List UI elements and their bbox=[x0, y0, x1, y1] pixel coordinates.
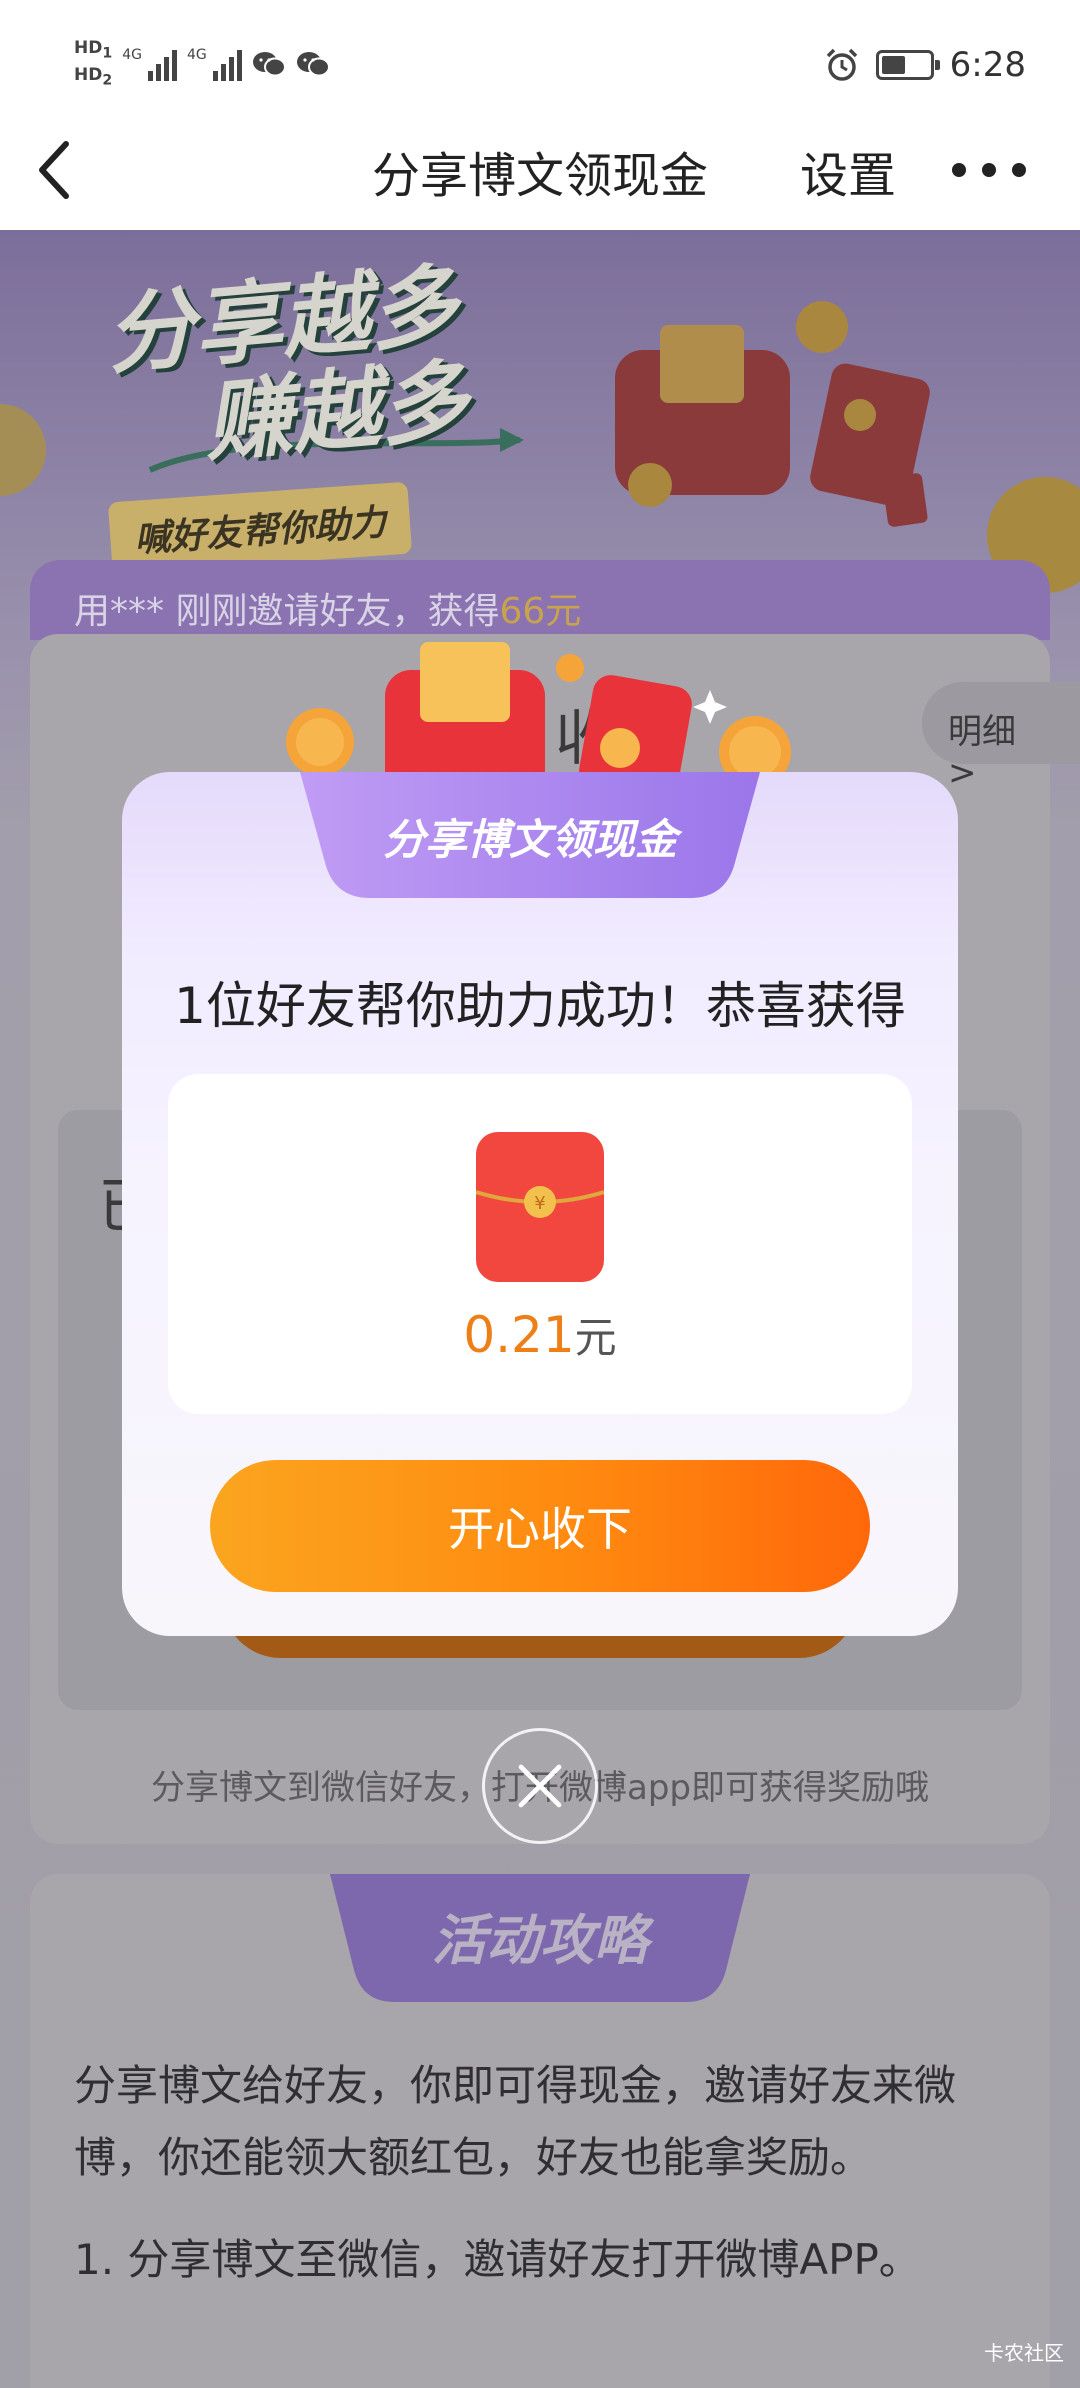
ticker-banner: 用*** 刚刚邀请好友，获得66元 bbox=[30, 560, 1050, 640]
status-time: 6:28 bbox=[949, 45, 1026, 85]
hd-indicator: HD1 HD2 bbox=[74, 37, 113, 89]
strategy-step: 1. 分享博文至微信，邀请好友打开微博APP。 bbox=[74, 2235, 921, 2284]
svg-text:¥: ¥ bbox=[534, 1193, 545, 1214]
status-right: 6:28 bbox=[824, 40, 1026, 90]
settings-button[interactable]: 设置 bbox=[800, 136, 896, 206]
more-horizontal-icon[interactable] bbox=[934, 156, 1044, 184]
strategy-paragraph: 分享博文给好友，你即可得现金，邀请好友来微博，你还能领大额红包，好友也能拿奖励。 bbox=[74, 2061, 957, 2182]
accept-button[interactable]: 开心收下 bbox=[210, 1460, 870, 1592]
red-envelope-icon: ¥ bbox=[476, 1132, 604, 1282]
modal-message: 1位好友帮你助力成功！恭喜获得 bbox=[174, 977, 906, 1035]
strategy-heading: 活动攻略 bbox=[432, 1909, 648, 1972]
modal-title: 分享博文领现金 bbox=[382, 815, 677, 864]
alarm-icon bbox=[826, 48, 857, 81]
status-left: HD1 HD2 4G 4G bbox=[74, 34, 330, 94]
wechat-icon bbox=[252, 52, 286, 77]
signal-icon: 4G bbox=[122, 47, 177, 81]
hero-title: 分享越多 赚越多 bbox=[101, 253, 472, 475]
page-title: 分享博文领现金 bbox=[371, 148, 708, 204]
reward-amount: 0.21元 bbox=[463, 1306, 617, 1364]
nav-bar: 分享博文领现金 设置 bbox=[0, 110, 1080, 230]
close-icon[interactable] bbox=[482, 1728, 598, 1844]
detail-button[interactable]: 明细 > bbox=[922, 682, 1080, 793]
signal-icon: 4G bbox=[187, 47, 242, 81]
wechat-icon bbox=[296, 52, 330, 77]
battery-icon bbox=[875, 50, 940, 80]
watermark: 卡农社区 bbox=[984, 2341, 1064, 2365]
